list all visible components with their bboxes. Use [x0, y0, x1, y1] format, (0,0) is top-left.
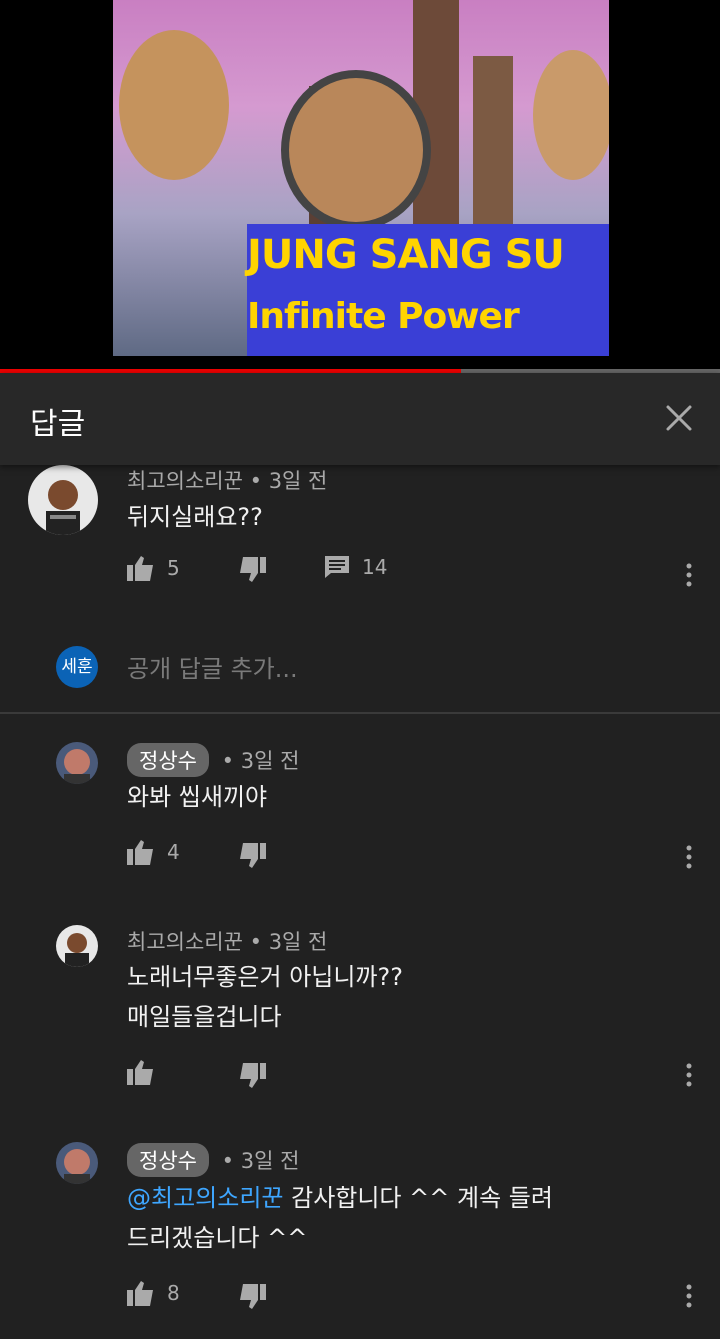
dislike-button[interactable]: [238, 843, 266, 869]
like-count: 4: [167, 840, 180, 864]
comment-time: 3일 전: [268, 469, 328, 493]
comment-line: 와봐 씹새끼야: [127, 783, 268, 811]
comment-text: 뒤지실래요??: [127, 503, 263, 531]
add-reply-input[interactable]: 공개 답글 추가...: [127, 649, 298, 684]
reply-item: 정상수 • 3일 전 와봐 씹새끼야 4: [0, 742, 720, 912]
video-title-line-2: Infinite Power: [247, 296, 520, 337]
reply-count-button[interactable]: 14: [324, 555, 387, 579]
comment-meta: 정상수 • 3일 전: [127, 1143, 299, 1177]
meta-separator: •: [249, 469, 262, 493]
dislike-button[interactable]: [238, 557, 266, 583]
like-button[interactable]: 8: [127, 1280, 180, 1306]
reply-item: 최고의소리꾼 • 3일 전 노래너무좋은거 아닙니까?? 매일들을겁니다: [0, 925, 720, 1125]
thumb-up-icon: [127, 1281, 153, 1306]
meta-separator: •: [221, 1149, 235, 1173]
comment-meta: 정상수 • 3일 전: [127, 743, 299, 777]
video-thumbnail: JUNG SANG SU Infinite Power: [113, 0, 609, 356]
reply-item: 정상수 • 3일 전 @최고의소리꾼 감사합니다 ^^ 계속 들려 드리겠습니다…: [0, 1142, 720, 1339]
comment-actions: 5 14: [0, 555, 720, 595]
comment-author[interactable]: 최고의소리꾼: [127, 469, 243, 493]
like-button[interactable]: 5: [127, 555, 180, 581]
top-comment: 최고의소리꾼 • 3일 전 뒤지실래요?? 5 14: [0, 465, 720, 618]
thumb-up-icon: [127, 1060, 153, 1085]
avatar[interactable]: [56, 1142, 98, 1184]
comment-time: 3일 전: [240, 1149, 300, 1173]
comment-text: 노래너무좋은거 아닙니까?? 매일들을겁니다: [127, 957, 403, 1037]
video-title-line-1: JUNG SANG SU: [247, 232, 565, 278]
thumb-down-icon: [240, 843, 266, 868]
dislike-button[interactable]: [238, 1063, 266, 1089]
add-reply-row: 세훈 공개 답글 추가...: [0, 618, 720, 714]
user-avatar: 세훈: [56, 646, 98, 688]
like-button[interactable]: [127, 1059, 155, 1085]
comment-text: 와봐 씹새끼야: [127, 777, 267, 817]
mention-link[interactable]: @최고의소리꾼: [127, 1184, 283, 1212]
avatar[interactable]: [28, 465, 98, 535]
like-button[interactable]: 4: [127, 839, 180, 865]
reply-count: 14: [362, 555, 388, 579]
dislike-button[interactable]: [238, 1284, 266, 1310]
comment-meta: 최고의소리꾼 • 3일 전: [127, 926, 327, 956]
close-icon[interactable]: [662, 401, 696, 435]
thumb-up-icon: [127, 840, 153, 865]
comment-author[interactable]: 최고의소리꾼: [127, 930, 243, 954]
comment-actions: 4: [0, 839, 720, 879]
comment-time: 3일 전: [268, 930, 328, 954]
creator-author-chip[interactable]: 정상수: [127, 743, 209, 777]
comment-time: 3일 전: [240, 749, 300, 773]
more-options-icon[interactable]: [686, 845, 692, 869]
comment-line: 매일들을겁니다: [127, 1003, 282, 1031]
comment-text: @최고의소리꾼 감사합니다 ^^ 계속 들려 드리겠습니다 ^^: [127, 1178, 553, 1258]
comment-actions: [0, 1059, 720, 1099]
comment-actions: 8: [0, 1280, 720, 1320]
creator-author-chip[interactable]: 정상수: [127, 1143, 209, 1177]
avatar[interactable]: [56, 742, 98, 784]
thumb-down-icon: [240, 1284, 266, 1309]
more-options-icon[interactable]: [686, 1063, 692, 1087]
comment-line: 드리겠습니다 ^^: [127, 1224, 308, 1252]
more-options-icon[interactable]: [686, 563, 692, 587]
avatar[interactable]: [56, 925, 98, 967]
thumb-down-icon: [240, 557, 266, 582]
like-count: 5: [167, 556, 180, 580]
comment-icon: [325, 556, 349, 578]
meta-separator: •: [249, 930, 262, 954]
replies-header: 답글: [0, 373, 720, 465]
like-count: 8: [167, 1281, 180, 1305]
thumb-down-icon: [240, 1063, 266, 1088]
video-player[interactable]: JUNG SANG SU Infinite Power: [0, 0, 720, 369]
replies-title: 답글: [30, 407, 86, 442]
meta-separator: •: [221, 749, 235, 773]
comment-line: 노래너무좋은거 아닙니까??: [127, 963, 403, 991]
comment-meta: 최고의소리꾼 • 3일 전: [127, 465, 327, 495]
comment-line: 감사합니다 ^^ 계속 들려: [283, 1184, 553, 1212]
more-options-icon[interactable]: [686, 1284, 692, 1308]
thumb-up-icon: [127, 556, 153, 581]
